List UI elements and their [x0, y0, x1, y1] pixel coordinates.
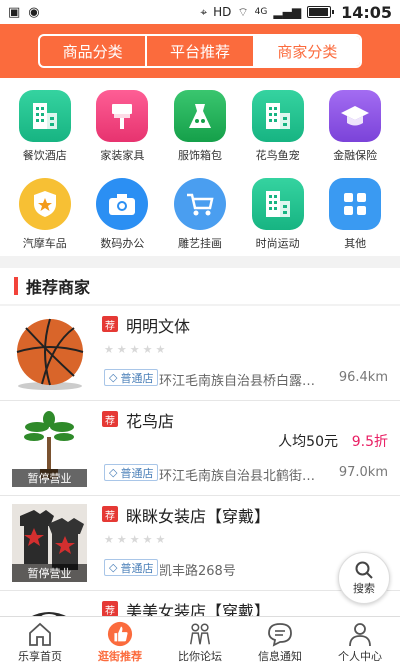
status-bar: ▣ ◉ ⌖ HD ⌔ 4G ▂▄▆ 14:05 — [0, 0, 400, 24]
tab-forum[interactable]: 比你论坛 — [160, 617, 240, 667]
building-icon — [251, 90, 304, 142]
shop-item[interactable]: 暂停营业 荐 花鸟店 人均50元 9.5折 ◇ 普通店 环江毛南族自治县北鹤街1…… — [0, 401, 400, 496]
network-label: 4G — [254, 7, 268, 17]
clock: 14:05 — [341, 2, 392, 22]
people-icon — [187, 621, 213, 647]
shop-address: 环江毛南族自治县桥白露… — [159, 374, 316, 389]
discount-label: 9.5折 — [351, 434, 388, 450]
category-grid: 餐饮酒店 家装家具 服饰箱包 花鸟鱼宠 金融保险 汽摩车品 数码办公 雕艺挂画 … — [0, 78, 400, 256]
category-label: 金融保险 — [333, 149, 378, 162]
tab-shopping-recommend[interactable]: 逛街推荐 — [80, 617, 160, 667]
diamond-icon: ◇ — [109, 466, 118, 479]
carrier-label: HD — [213, 5, 232, 19]
grid-icon — [329, 178, 382, 230]
shop-distance: 96.4km — [338, 370, 388, 385]
category-label: 花鸟鱼宠 — [255, 149, 300, 162]
paint-brush-icon — [96, 90, 149, 142]
category-fashion-sports[interactable]: 时尚运动 — [239, 178, 317, 256]
tab-label: 比你论坛 — [178, 649, 222, 663]
tab-label: 逛街推荐 — [98, 649, 142, 663]
shop-type-badge: ◇ 普通店 — [104, 464, 159, 481]
recommend-tag: 荐 — [102, 506, 118, 522]
category-auto[interactable]: 汽摩车品 — [6, 178, 84, 256]
notification-icon: ▣ — [8, 4, 21, 20]
shop-name: 明明文体 — [126, 317, 191, 336]
tab-product-category[interactable]: 商品分类 — [40, 36, 145, 66]
rating-stars: ★★★★★ — [104, 533, 169, 546]
category-label: 服饰箱包 — [177, 149, 222, 162]
shop-distance: 97.0km — [338, 465, 388, 480]
shop-type-badge: ◇ 普通店 — [104, 559, 159, 576]
shop-thumbnail: 暂停营业 — [12, 504, 87, 582]
building-icon — [251, 178, 304, 230]
category-label: 雕艺挂画 — [177, 237, 222, 250]
recommend-tag: 荐 — [102, 411, 118, 427]
category-digital-office[interactable]: 数码办公 — [84, 178, 162, 256]
thumbs-up-icon — [107, 621, 133, 647]
category-home-furniture[interactable]: 家装家具 — [84, 90, 162, 168]
shield-star-icon — [18, 178, 71, 230]
category-dining-hotel[interactable]: 餐饮酒店 — [6, 90, 84, 168]
rating-stars: ★★★★★ — [104, 343, 169, 356]
search-icon — [355, 561, 373, 579]
signal-icon: ▂▄▆ — [273, 5, 302, 19]
tab-label: 个人中心 — [338, 649, 382, 663]
category-apparel-bags[interactable]: 服饰箱包 — [161, 90, 239, 168]
building-icon — [18, 90, 71, 142]
search-label: 搜索 — [353, 582, 375, 595]
tab-notifications[interactable]: 信息通知 — [240, 617, 320, 667]
bottom-tab-bar: 乐享首页 逛街推荐 比你论坛 信息通知 个人中心 — [0, 616, 400, 667]
basketball-image — [16, 318, 84, 390]
avg-price: 人均50元 — [278, 434, 338, 450]
recommend-tag: 荐 — [102, 316, 118, 332]
section-accent-bar — [14, 277, 18, 295]
category-finance[interactable]: 金融保险 — [316, 90, 394, 168]
home-icon — [27, 621, 53, 647]
shop-item[interactable]: 荐 明明文体 ★★★★★ ◇ 普通店 环江毛南族自治县桥白露… 96.4km — [0, 306, 400, 401]
search-fab[interactable]: 搜索 — [338, 552, 390, 604]
shop-thumbnail — [12, 314, 87, 392]
shop-type-badge: ◇ 普通店 — [104, 369, 159, 386]
record-icon: ◉ — [28, 4, 40, 20]
category-label: 餐饮酒店 — [22, 149, 67, 162]
shop-thumbnail: 暂停营业 — [12, 409, 87, 487]
dress-icon — [173, 90, 226, 142]
wifi-icon: ⌔ — [237, 4, 249, 19]
category-label: 数码办公 — [100, 237, 145, 250]
chat-icon — [267, 621, 293, 647]
tab-platform-recommend[interactable]: 平台推荐 — [145, 36, 252, 66]
cart-icon — [173, 178, 226, 230]
graduation-cap-icon — [329, 90, 382, 142]
diamond-icon: ◇ — [109, 371, 118, 384]
tab-profile[interactable]: 个人中心 — [320, 617, 400, 667]
status-overlay: 暂停营业 — [12, 564, 87, 582]
category-label: 汽摩车品 — [22, 237, 67, 250]
tab-home[interactable]: 乐享首页 — [0, 617, 80, 667]
shop-name: 花鸟店 — [126, 412, 175, 431]
shop-name: 眯眯女装店【穿戴】 — [126, 507, 271, 526]
category-other[interactable]: 其他 — [316, 178, 394, 256]
location-icon: ⌖ — [200, 4, 208, 19]
tab-label: 乐享首页 — [18, 649, 62, 663]
segmented-tabs: 商品分类 平台推荐 商家分类 — [38, 34, 362, 68]
shop-address: 环江毛南族自治县北鹤街1… — [159, 469, 319, 484]
status-overlay: 暂停营业 — [12, 469, 87, 487]
section-title: 推荐商家 — [26, 278, 91, 297]
category-label: 家装家具 — [100, 149, 145, 162]
recommend-tag: 荐 — [102, 601, 118, 617]
category-label: 其他 — [344, 237, 367, 250]
category-art[interactable]: 雕艺挂画 — [161, 178, 239, 256]
category-label: 时尚运动 — [255, 237, 300, 250]
category-pets[interactable]: 花鸟鱼宠 — [239, 90, 317, 168]
camera-icon — [96, 178, 149, 230]
battery-icon — [307, 6, 335, 18]
top-header: 商品分类 平台推荐 商家分类 — [0, 24, 400, 78]
shop-address: 凯丰路268号 — [159, 564, 236, 579]
diamond-icon: ◇ — [109, 561, 118, 574]
tab-label: 信息通知 — [258, 649, 302, 663]
tab-merchant-category[interactable]: 商家分类 — [252, 36, 360, 66]
section-header: 推荐商家 — [0, 268, 400, 304]
person-icon — [347, 621, 373, 647]
